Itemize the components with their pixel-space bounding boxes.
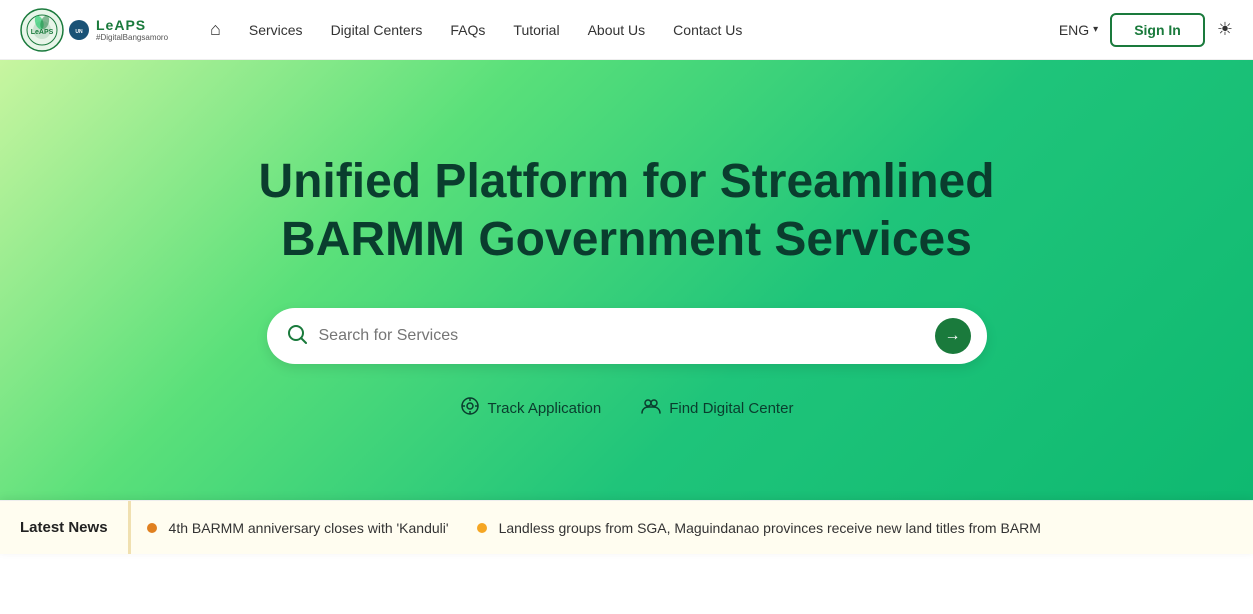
home-nav-link[interactable]: ⌂ xyxy=(210,19,221,40)
news-content: 4th BARMM anniversary closes with 'Kandu… xyxy=(131,520,1077,536)
find-center-label: Find Digital Center xyxy=(669,400,793,417)
hero-title: Unified Platform for Streamlined BARMM G… xyxy=(258,153,994,268)
news-item-2: Landless groups from SGA, Maguindanao pr… xyxy=(499,520,1041,536)
theme-toggle-icon[interactable]: ☀ xyxy=(1217,19,1233,40)
logo-area: LeAPS UN LeAPS #DigitalBangsamoro xyxy=(20,8,180,52)
un-logo-icon: UN xyxy=(68,19,90,41)
find-center-svg-icon xyxy=(641,396,661,416)
navbar: LeAPS UN LeAPS #DigitalBangsamoro ⌂ Serv… xyxy=(0,0,1253,60)
nav-item-digital-centers[interactable]: Digital Centers xyxy=(331,22,423,38)
hero-title-line1: Unified Platform for Streamlined xyxy=(258,155,994,208)
find-center-icon xyxy=(641,396,661,421)
nav-links: ⌂ Services Digital Centers FAQs Tutorial… xyxy=(210,19,1029,40)
search-submit-button[interactable]: → xyxy=(935,318,971,354)
logo-subtitle-text: #DigitalBangsamoro xyxy=(96,33,168,42)
news-item-1: 4th BARMM anniversary closes with 'Kandu… xyxy=(169,520,449,536)
search-input[interactable] xyxy=(319,327,935,345)
logo-svg: LeAPS UN xyxy=(20,8,90,52)
track-application-button[interactable]: Track Application xyxy=(460,396,602,421)
hero-section: Unified Platform for Streamlined BARMM G… xyxy=(0,60,1253,554)
nav-item-about-us[interactable]: About Us xyxy=(588,22,646,38)
nav-item-services[interactable]: Services xyxy=(249,22,303,38)
track-svg-icon xyxy=(460,396,480,416)
search-bar: → xyxy=(267,308,987,364)
language-label: ENG xyxy=(1059,22,1089,38)
svg-text:LeAPS: LeAPS xyxy=(31,29,54,36)
sign-in-button[interactable]: Sign In xyxy=(1110,13,1205,47)
search-svg-icon xyxy=(287,324,307,344)
track-application-label: Track Application xyxy=(488,400,602,417)
logo-main-text: LeAPS xyxy=(96,17,168,33)
svg-text:UN: UN xyxy=(75,29,83,35)
nav-item-faqs[interactable]: FAQs xyxy=(450,22,485,38)
hero-actions: Track Application Find Digital Center xyxy=(460,396,794,421)
hero-title-line2: BARMM Government Services xyxy=(281,213,972,266)
news-bullet-1 xyxy=(147,523,157,533)
leaps-logo-icon: LeAPS xyxy=(20,8,64,52)
nav-item-tutorial[interactable]: Tutorial xyxy=(513,22,559,38)
chevron-down-icon: ▾ xyxy=(1093,24,1098,35)
search-icon xyxy=(287,324,307,349)
logo-text: LeAPS #DigitalBangsamoro xyxy=(96,17,168,42)
language-selector[interactable]: ENG ▾ xyxy=(1059,22,1098,38)
news-bullet-2 xyxy=(477,523,487,533)
track-icon xyxy=(460,396,480,421)
nav-item-contact-us[interactable]: Contact Us xyxy=(673,22,742,38)
find-digital-center-button[interactable]: Find Digital Center xyxy=(641,396,793,421)
news-label: Latest News xyxy=(0,501,131,554)
nav-right: ENG ▾ Sign In ☀ xyxy=(1059,13,1233,47)
news-ticker: Latest News 4th BARMM anniversary closes… xyxy=(0,500,1253,554)
